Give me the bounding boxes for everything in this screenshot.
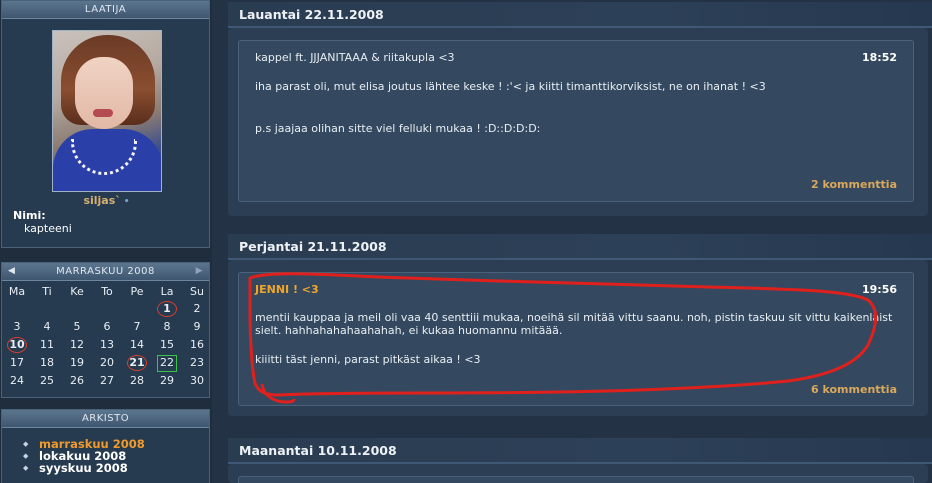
- name-field-label: Nimi:: [13, 209, 46, 222]
- calendar-day: 17: [10, 356, 24, 369]
- calendar-day: 28: [130, 374, 144, 387]
- profile-header: LAATIJA: [2, 1, 209, 19]
- calendar-month-title: MARRASKUU 2008: [56, 266, 155, 277]
- online-dot-icon: •: [123, 197, 130, 207]
- day-title: Maanantai 10.11.2008: [228, 438, 932, 464]
- avatar[interactable]: [52, 30, 162, 192]
- calendar-day: 8: [163, 320, 171, 333]
- calendar-weekday: Ke: [70, 285, 84, 298]
- calendar-empty-cell: [92, 300, 122, 318]
- post-paragraph: p.s jaajaa olihan sitte viel felluki muk…: [255, 122, 541, 135]
- calendar-day: 5: [73, 320, 81, 333]
- calendar-weekday: Su: [190, 285, 204, 298]
- calendar-empty-cell: [122, 300, 152, 318]
- post: kappel ft. JJJANITAAA & riitakupla <3 18…: [238, 40, 914, 202]
- calendar-day: 24: [10, 374, 24, 387]
- calendar-weekday: Ma: [8, 285, 26, 298]
- post: JENNI ! <3 19:56 mentii kauppaa ja meil …: [238, 272, 914, 406]
- name-field-value: kapteeni: [24, 222, 72, 235]
- calendar-day[interactable]: 10: [2, 336, 32, 354]
- day-title-text: Maanantai 10.11.2008: [239, 443, 397, 458]
- calendar-weekday: Pe: [130, 285, 144, 298]
- calendar-grid: Ma Ti Ke To Pe La Su 1 2 3 4 5 6 7 8 9 10 11 12 13 14 15 16 17 1…: [2, 283, 209, 390]
- username-link[interactable]: siljas` •: [2, 194, 211, 207]
- post-paragraph: kiiitti täst jenni, parast pitkäst aikaa…: [255, 353, 481, 366]
- calendar-empty-cell: [32, 300, 62, 318]
- calendar-day: 30: [190, 374, 204, 387]
- day-title: Lauantai 22.11.2008: [228, 2, 932, 28]
- next-month-icon[interactable]: ▶: [196, 263, 203, 280]
- calendar-weekday: To: [101, 285, 113, 298]
- calendar-day: 16: [190, 338, 204, 351]
- calendar-box: ◀ MARRASKUU 2008 ▶ Ma Ti Ke To Pe La Su 1 2 3 4 5 6 7…: [1, 262, 210, 398]
- calendar-day: 12: [70, 338, 84, 351]
- calendar-day: 27: [100, 374, 114, 387]
- blog-main: Lauantai 22.11.2008 kappel ft. JJJANITAA…: [228, 0, 932, 483]
- archive-item[interactable]: syyskuu 2008: [2, 462, 209, 474]
- calendar-day: 29: [160, 374, 174, 387]
- calendar-day[interactable]: 21: [122, 354, 152, 372]
- calendar-day: 2: [193, 302, 201, 315]
- comments-link[interactable]: 2 kommenttia: [811, 178, 897, 191]
- calendar-day: 23: [190, 356, 204, 369]
- post-paragraph: mentii kauppaa ja meil oli vaa 40 sentti…: [255, 311, 893, 337]
- calendar-weekday: La: [160, 285, 174, 298]
- calendar-day: 26: [70, 374, 84, 387]
- calendar-empty-cell: [62, 300, 92, 318]
- calendar-empty-cell: [2, 300, 32, 318]
- calendar-day: 19: [70, 356, 84, 369]
- calendar-day: 18: [40, 356, 54, 369]
- post-title: kappel ft. JJJANITAAA & riitakupla <3: [255, 51, 455, 64]
- sidebar: LAATIJA siljas` • Nimi: kapteeni ◀ MARRAS…: [0, 0, 212, 483]
- calendar-day: 13: [100, 338, 114, 351]
- calendar-day: 25: [40, 374, 54, 387]
- calendar-day: 22: [152, 354, 182, 372]
- day-title: Perjantai 21.11.2008: [228, 234, 932, 260]
- calendar-day: 7: [133, 320, 141, 333]
- username-text[interactable]: siljas`: [83, 194, 120, 207]
- calendar-day: 14: [130, 338, 144, 351]
- prev-month-icon[interactable]: ◀: [8, 263, 15, 280]
- post-time: 19:56: [861, 283, 897, 296]
- calendar-day: 15: [160, 338, 174, 351]
- comments-link[interactable]: 6 kommenttia: [811, 383, 897, 396]
- post-title: JENNI ! <3: [255, 283, 319, 296]
- calendar-header: ◀ MARRASKUU 2008 ▶: [2, 263, 209, 281]
- post-time: 18:52: [861, 51, 897, 64]
- archive-box: ARKISTO marraskuu 2008 lokakuu 2008 syys…: [1, 409, 210, 483]
- day-title-text: Perjantai 21.11.2008: [239, 239, 387, 254]
- calendar-day: 4: [43, 320, 51, 333]
- calendar-day[interactable]: 1: [152, 300, 182, 318]
- profile-box: LAATIJA siljas` • Nimi: kapteeni: [1, 0, 210, 248]
- calendar-day: 3: [13, 320, 21, 333]
- calendar-day: 20: [100, 356, 114, 369]
- calendar-day: 11: [40, 338, 54, 351]
- day-title-text: Lauantai 22.11.2008: [239, 7, 384, 22]
- post: [238, 476, 914, 483]
- calendar-weekday: Ti: [42, 285, 52, 298]
- archive-list: marraskuu 2008 lokakuu 2008 syyskuu 2008: [2, 438, 209, 474]
- calendar-day: 9: [193, 320, 201, 333]
- calendar-day: 6: [103, 320, 111, 333]
- post-paragraph: iha parast oli, mut elisa joutus lähtee …: [255, 80, 766, 93]
- archive-header: ARKISTO: [2, 410, 209, 428]
